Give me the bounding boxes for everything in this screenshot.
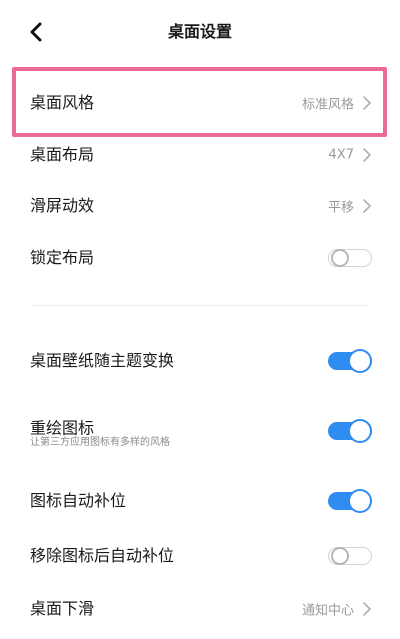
setting-label: 桌面下滑 (30, 599, 95, 618)
setting-label: 滑屏动效 (30, 196, 95, 215)
lock-layout-toggle[interactable] (328, 246, 372, 270)
page-title: 桌面设置 (167, 22, 232, 41)
setting-row-icon-auto-fill: 图标自动补位 (0, 475, 400, 527)
setting-label: 桌面壁纸随主题变换 (30, 351, 175, 370)
setting-subtitle: 让第三方应用图标有多样的风格 (30, 437, 170, 449)
toggle-knob (348, 489, 372, 513)
setting-label: 移除图标后自动补位 (30, 546, 175, 565)
setting-label: 桌面布局 (30, 145, 95, 164)
toggle-knob (331, 249, 349, 267)
setting-row-lock-layout: 锁定布局 (0, 232, 400, 284)
setting-row-auto-fill-after-remove: 移除图标后自动补位 (0, 530, 400, 582)
auto-fill-after-remove-toggle[interactable] (328, 544, 372, 568)
toggle-knob (331, 547, 349, 565)
section-divider (30, 305, 370, 306)
setting-value: 4X7 (328, 147, 354, 163)
setting-row-wallpaper-follow-theme: 桌面壁纸随主题变换 (0, 335, 400, 387)
header-bar: 桌面设置 (0, 0, 400, 64)
toggle-knob (348, 419, 372, 443)
toggle-knob (348, 349, 372, 373)
icon-auto-fill-toggle[interactable] (328, 489, 372, 513)
setting-row-desktop-swipe-down[interactable]: 桌面下滑 通知中心 (0, 583, 400, 635)
setting-row-redraw-icons: 重绘图标 让第三方应用图标有多样的风格 (0, 405, 400, 457)
setting-label: 图标自动补位 (30, 491, 127, 510)
highlight-annotation-box (12, 67, 387, 137)
redraw-icons-toggle[interactable] (328, 419, 372, 443)
chevron-right-icon (363, 199, 371, 213)
setting-row-swipe-effect[interactable]: 滑屏动效 平移 (0, 180, 400, 232)
chevron-right-icon (363, 602, 371, 616)
chevron-right-icon (363, 148, 371, 162)
setting-label: 锁定布局 (30, 248, 95, 267)
setting-value: 平移 (327, 200, 354, 216)
setting-value: 通知中心 (301, 603, 354, 619)
wallpaper-follow-theme-toggle[interactable] (328, 349, 372, 373)
